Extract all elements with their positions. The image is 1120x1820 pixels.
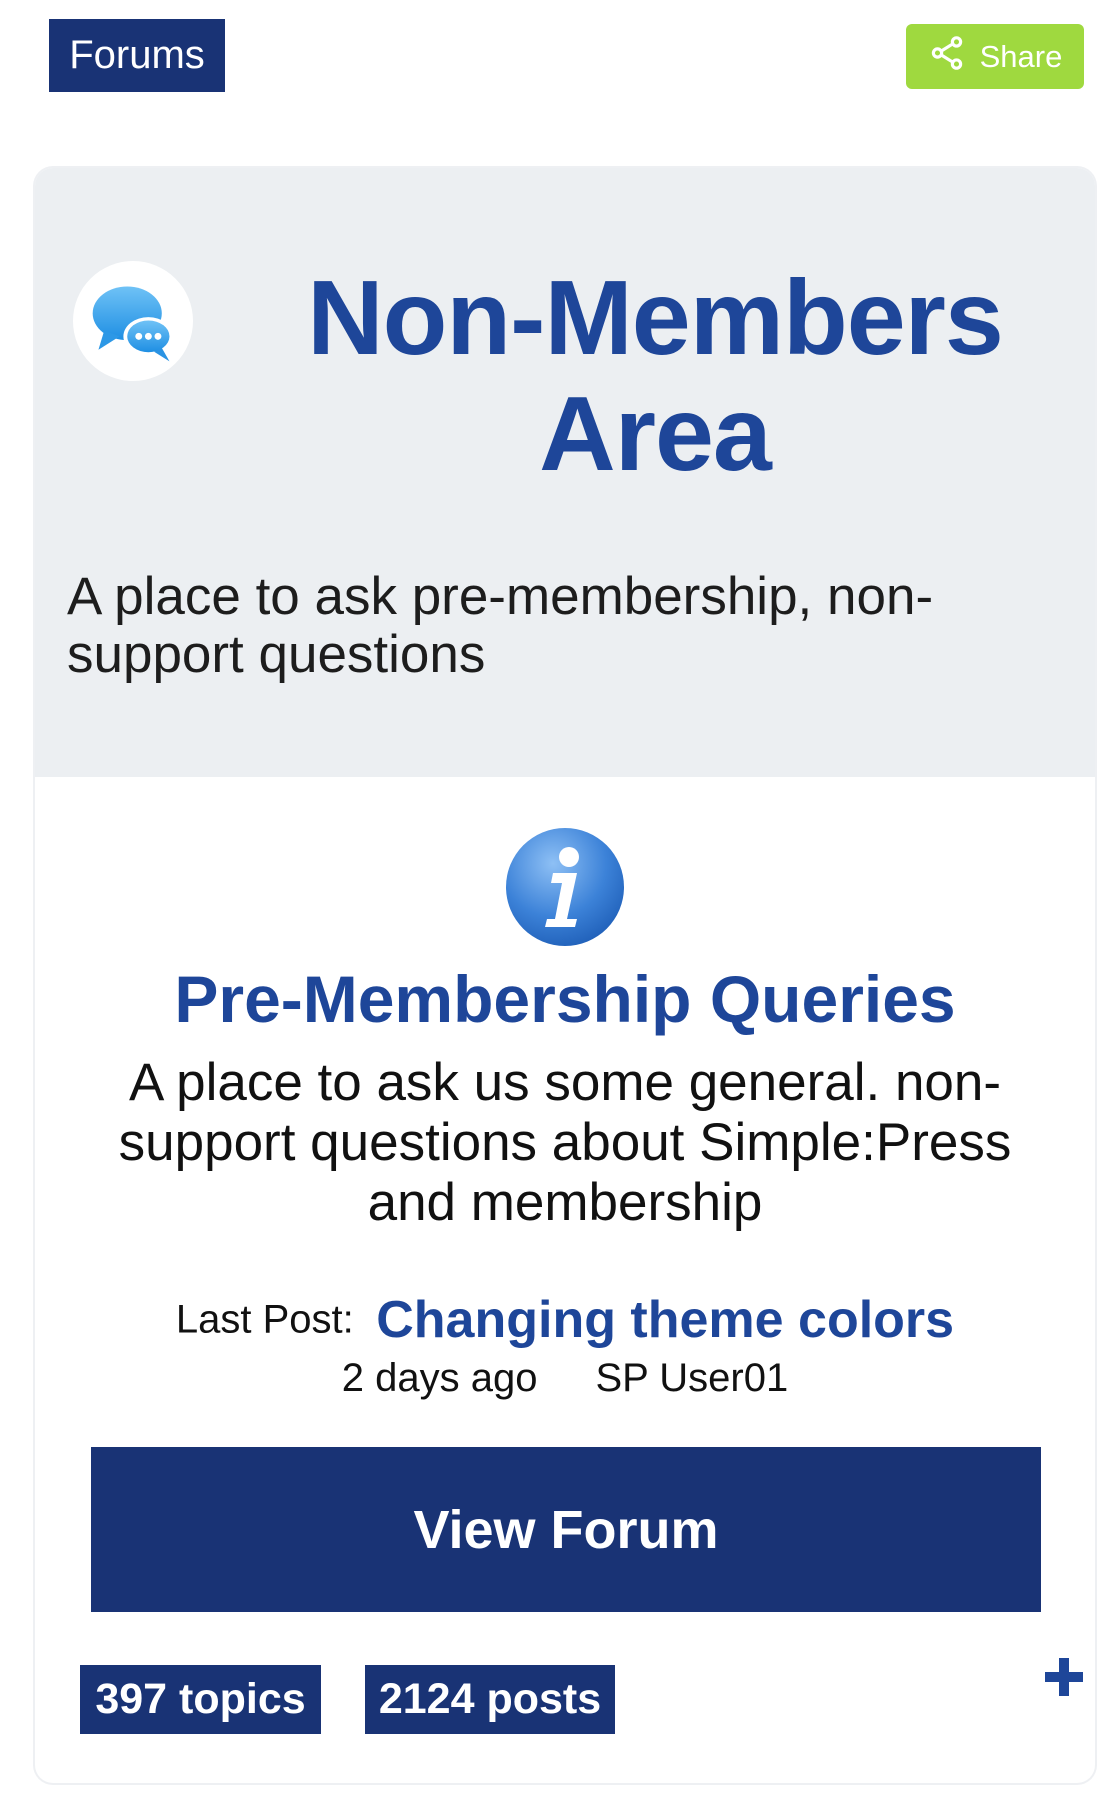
- group-description: A place to ask pre-membership, non-suppo…: [67, 567, 934, 684]
- posts-count-badge: 2124 posts: [365, 1665, 615, 1734]
- last-post-label: Last Post:: [175, 1297, 354, 1342]
- chat-bubbles-icon: [73, 261, 193, 381]
- last-post-meta: 2 days ago SP User01: [35, 1356, 1095, 1401]
- group-header: Non-Members Area A place to ask pre-memb…: [35, 168, 1095, 777]
- forums-button[interactable]: Forums: [49, 19, 225, 92]
- forum-group-card: Non-Members Area A place to ask pre-memb…: [35, 168, 1095, 1783]
- last-post-time: 2 days ago: [341, 1356, 538, 1400]
- view-forum-button[interactable]: View Forum: [91, 1447, 1041, 1612]
- forum-title[interactable]: Pre-Membership Queries: [35, 961, 1095, 1037]
- share-label: Share: [979, 38, 1063, 74]
- plus-icon[interactable]: [1041, 1654, 1087, 1700]
- group-title[interactable]: Non-Members Area: [235, 260, 1075, 492]
- share-icon: [928, 34, 966, 80]
- forum-description: A place to ask us some general. non-supp…: [118, 1053, 1012, 1232]
- last-post-link[interactable]: Changing theme colors: [376, 1291, 954, 1349]
- last-post-user[interactable]: SP User01: [596, 1356, 789, 1400]
- share-button[interactable]: Share: [906, 24, 1084, 89]
- info-icon: [505, 827, 625, 947]
- last-post: Last Post: Changing theme colors: [35, 1290, 1095, 1350]
- topics-count-badge: 397 topics: [80, 1665, 321, 1734]
